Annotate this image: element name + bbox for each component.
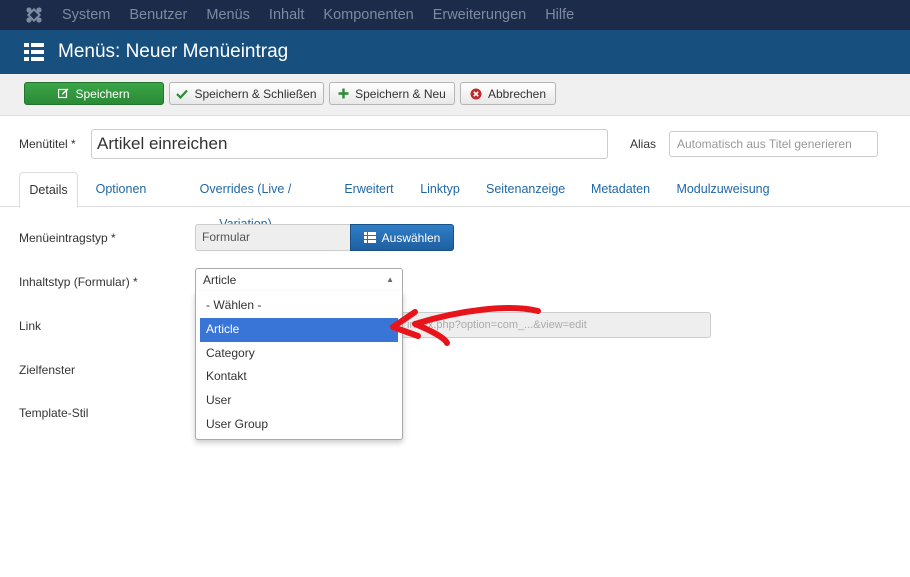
save-close-button[interactable]: Speichern & Schließen — [169, 82, 324, 105]
tab-overrides[interactable]: Overrides (Live / Variation) — [172, 172, 319, 231]
title-label: Menütitel * — [19, 137, 76, 151]
alias-label: Alias — [630, 137, 657, 151]
content-type-select[interactable]: Article ▲ — [195, 268, 403, 292]
page-header: Menüs: Neuer Menüeintrag — [0, 30, 910, 74]
tab-optionen[interactable]: Optionen — [95, 172, 147, 207]
toolbar: Speichern Speichern & Schließen Speicher… — [0, 74, 910, 116]
save-button[interactable]: Speichern — [24, 82, 164, 105]
save-new-label: Speichern & Neu — [355, 86, 446, 101]
dropdown-option[interactable]: User Group — [200, 413, 398, 437]
menu-benutzer[interactable]: Benutzer — [129, 7, 187, 23]
tab-details[interactable]: Details — [19, 172, 78, 208]
tab-seitenanzeige[interactable]: Seitenanzeige — [486, 172, 565, 207]
save-label: Speichern — [75, 86, 130, 101]
tab-erweitert[interactable]: Erweitert — [343, 172, 395, 207]
save-close-label: Speichern & Schließen — [194, 86, 317, 101]
content-type-label: Inhaltstyp (Formular) * — [19, 275, 138, 289]
checkmark-icon — [176, 89, 189, 99]
menu-type-field: Formular — [195, 224, 351, 251]
content-type-dropdown: - Wählen - Article Category Kontakt User… — [195, 291, 403, 440]
tab-metadaten[interactable]: Metadaten — [590, 172, 651, 207]
menu-hilfe[interactable]: Hilfe — [545, 7, 574, 23]
menu-menues[interactable]: Menüs — [206, 7, 250, 23]
template-style-label: Template-Stil — [19, 406, 89, 420]
joomla-logo-icon[interactable] — [20, 0, 48, 30]
tab-bar: Details Optionen Overrides (Live / Varia… — [0, 172, 910, 231]
select-menu-type-button[interactable]: Auswählen — [350, 224, 454, 251]
content-type-selected: Article — [203, 273, 237, 287]
cancel-icon — [470, 88, 482, 100]
save-new-button[interactable]: Speichern & Neu — [329, 82, 455, 105]
target-window-label: Zielfenster — [19, 363, 76, 377]
menu-system[interactable]: System — [62, 7, 110, 23]
dropdown-option[interactable]: - Wählen - — [200, 294, 398, 318]
dropdown-option[interactable]: Category — [200, 342, 398, 366]
title-input[interactable]: Artikel einreichen — [91, 129, 608, 159]
link-label: Link — [19, 319, 42, 333]
menu-type-label: Menüeintragstyp * — [19, 231, 116, 245]
annotation-arrow-icon — [390, 305, 541, 346]
tab-linktyp[interactable]: Linktyp — [419, 172, 461, 207]
caret-up-icon: ▲ — [386, 275, 394, 284]
edit-icon — [58, 88, 69, 99]
alias-input[interactable]: Automatisch aus Titel generieren — [669, 131, 878, 157]
list-icon — [363, 232, 376, 243]
dropdown-option[interactable]: User — [200, 389, 398, 413]
menu-erweiterungen[interactable]: Erweiterungen — [433, 7, 527, 23]
cancel-button[interactable]: Abbrechen — [460, 82, 556, 105]
cancel-label: Abbrechen — [487, 86, 547, 101]
plus-icon — [338, 88, 349, 99]
list-icon — [24, 42, 44, 62]
menu-komponenten[interactable]: Komponenten — [323, 7, 413, 23]
dropdown-option-highlighted[interactable]: Article — [200, 317, 398, 342]
menu-inhalt[interactable]: Inhalt — [269, 7, 304, 23]
tab-modulzuweisung[interactable]: Modulzuweisung — [675, 172, 771, 207]
page-title: Menüs: Neuer Menüeintrag — [58, 41, 289, 62]
dropdown-option[interactable]: Kontakt — [200, 365, 398, 389]
select-button-label: Auswählen — [381, 230, 441, 245]
admin-menubar: System Benutzer Menüs Inhalt Komponenten… — [0, 0, 910, 30]
